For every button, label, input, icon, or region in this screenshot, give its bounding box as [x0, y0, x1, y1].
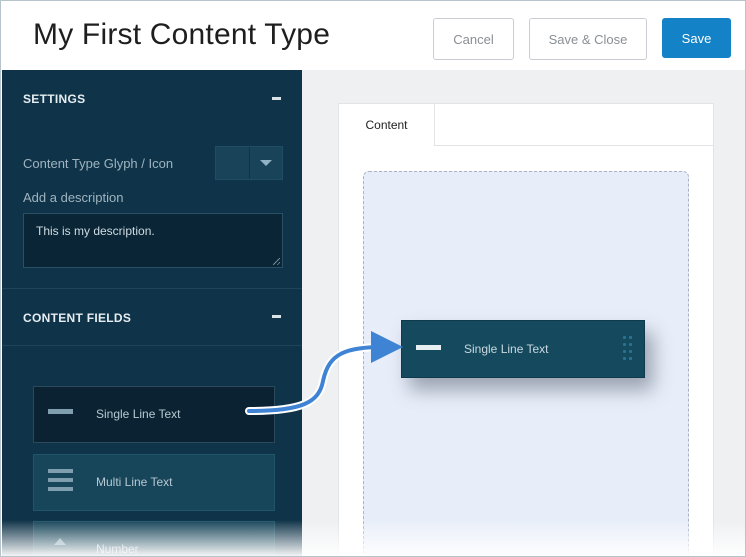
tab-bar: Content — [339, 104, 713, 146]
field-label: Multi Line Text — [96, 475, 173, 489]
page-title: My First Content Type — [33, 18, 331, 51]
content-fields-section-header[interactable]: CONTENT FIELDS — [2, 288, 302, 346]
drag-handle-icon[interactable] — [623, 336, 633, 364]
description-label: Add a description — [23, 190, 124, 205]
field-label: Single Line Text — [96, 407, 181, 421]
number-icon — [54, 538, 66, 545]
glyph-label: Content Type Glyph / Icon — [23, 156, 174, 171]
collapse-icon[interactable] — [272, 97, 281, 100]
content-fields-heading: CONTENT FIELDS — [23, 311, 132, 325]
glyph-swatch — [216, 147, 250, 179]
resize-handle-icon[interactable] — [273, 258, 280, 265]
field-item-single-line-text[interactable]: Single Line Text — [33, 386, 275, 443]
cancel-button[interactable]: Cancel — [433, 18, 514, 60]
settings-section-header[interactable]: SETTINGS — [2, 70, 302, 126]
field-item-number[interactable]: Number — [33, 521, 275, 556]
description-field[interactable]: This is my description. — [23, 213, 283, 268]
multi-line-icon — [48, 469, 73, 495]
field-item-multi-line-text[interactable]: Multi Line Text — [33, 454, 275, 511]
glyph-icon-select[interactable] — [215, 146, 283, 180]
collapse-icon[interactable] — [272, 315, 281, 318]
save-button[interactable]: Save — [662, 18, 731, 58]
main-area: Content — [302, 70, 745, 556]
description-value: This is my description. — [36, 224, 155, 238]
field-label: Single Line Text — [464, 342, 549, 356]
tab-content[interactable]: Content — [339, 104, 435, 146]
single-line-icon — [48, 409, 73, 414]
settings-heading: SETTINGS — [23, 92, 86, 106]
app-window: My First Content Type Cancel Save & Clos… — [0, 0, 746, 557]
header: My First Content Type Cancel Save & Clos… — [2, 2, 745, 70]
chevron-down-icon[interactable] — [250, 147, 282, 179]
save-close-button[interactable]: Save & Close — [529, 18, 647, 60]
dragged-field-single-line-text[interactable]: Single Line Text — [401, 320, 645, 378]
field-label: Number — [96, 542, 139, 556]
sidebar: SETTINGS Content Type Glyph / Icon Add a… — [2, 70, 302, 556]
single-line-icon — [416, 345, 441, 350]
